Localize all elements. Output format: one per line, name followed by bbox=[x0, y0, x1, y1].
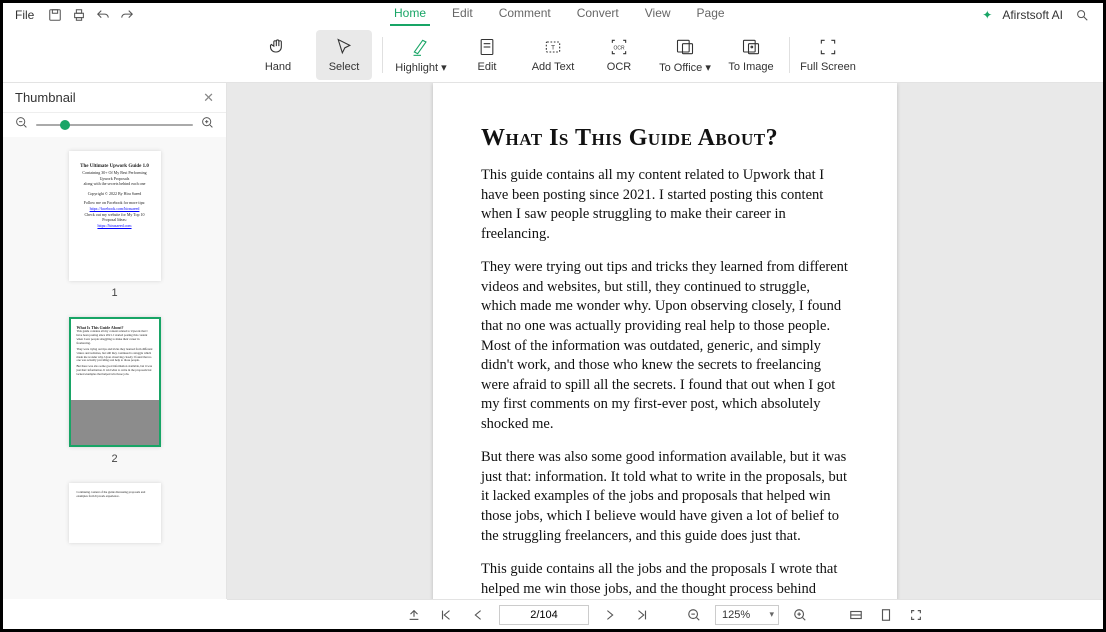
page-number-input[interactable] bbox=[499, 605, 589, 625]
tooffice-label: To Office ▾ bbox=[659, 61, 711, 74]
fullscreen-tool[interactable]: Full Screen bbox=[800, 30, 856, 80]
cursor-icon bbox=[334, 36, 354, 58]
tab-edit[interactable]: Edit bbox=[448, 4, 477, 26]
zoom-out-btn[interactable] bbox=[683, 604, 705, 626]
undo-icon[interactable] bbox=[94, 6, 112, 24]
next-section-icon[interactable] bbox=[631, 604, 653, 626]
search-icon[interactable] bbox=[1073, 6, 1091, 24]
paragraph: This guide contains all my content relat… bbox=[481, 166, 849, 244]
print-icon[interactable] bbox=[70, 6, 88, 24]
edit-label: Edit bbox=[478, 61, 497, 73]
ribbon-tabs: Home Edit Comment Convert View Page bbox=[136, 4, 982, 26]
thumb-zoom-slider[interactable] bbox=[36, 124, 193, 126]
fit-page-icon[interactable] bbox=[875, 604, 897, 626]
thumbnail-header: Thumbnail ✕ bbox=[3, 83, 226, 113]
paragraph: But there was also some good information… bbox=[481, 448, 849, 546]
fullscreen-icon bbox=[818, 36, 838, 58]
zoom-out-icon[interactable] bbox=[15, 116, 28, 134]
tab-comment[interactable]: Comment bbox=[495, 4, 555, 26]
zoom-in-btn[interactable] bbox=[789, 604, 811, 626]
ocr-tool[interactable]: OCR OCR bbox=[591, 30, 647, 80]
highlight-icon bbox=[411, 36, 431, 58]
sparkle-icon: ✦ bbox=[982, 8, 992, 22]
thumb-page-number: 1 bbox=[111, 287, 117, 299]
thumbnail-panel: Thumbnail ✕ The Ultimate Upwork Guide 1.… bbox=[3, 83, 227, 599]
status-bar: 125% bbox=[227, 599, 1103, 629]
addtext-tool[interactable]: T Add Text bbox=[525, 30, 581, 80]
ai-button[interactable]: Afirstsoft AI bbox=[1002, 8, 1063, 22]
first-page-icon[interactable] bbox=[403, 604, 425, 626]
toimage-icon bbox=[741, 36, 761, 58]
tooffice-icon bbox=[675, 36, 695, 58]
thumbnail-zoom bbox=[3, 113, 226, 137]
close-icon[interactable]: ✕ bbox=[203, 90, 214, 106]
pdf-page: What Is This Guide About? This guide con… bbox=[433, 83, 897, 599]
actual-size-icon[interactable] bbox=[905, 604, 927, 626]
tab-page[interactable]: Page bbox=[693, 4, 729, 26]
paragraph: They were trying out tips and tricks the… bbox=[481, 258, 849, 434]
toimage-tool[interactable]: To Image bbox=[723, 30, 779, 80]
ocr-label: OCR bbox=[607, 61, 631, 73]
tab-convert[interactable]: Convert bbox=[573, 4, 623, 26]
save-icon[interactable] bbox=[46, 6, 64, 24]
thumbnail-item-1[interactable]: The Ultimate Upwork Guide 1.0 Containing… bbox=[59, 151, 171, 299]
file-menu[interactable]: File bbox=[9, 6, 40, 24]
prev-section-icon[interactable] bbox=[435, 604, 457, 626]
ocr-icon: OCR bbox=[609, 36, 629, 58]
hand-tool[interactable]: Hand bbox=[250, 30, 306, 80]
hand-icon bbox=[268, 36, 288, 58]
toolbar: Hand Select Highlight ▾ Edit T Add Text … bbox=[3, 27, 1103, 83]
select-tool[interactable]: Select bbox=[316, 30, 372, 80]
tab-view[interactable]: View bbox=[641, 4, 675, 26]
edit-icon bbox=[477, 36, 497, 58]
redo-icon[interactable] bbox=[118, 6, 136, 24]
toimage-label: To Image bbox=[728, 61, 773, 73]
svg-text:OCR: OCR bbox=[613, 46, 625, 52]
next-page-icon[interactable] bbox=[599, 604, 621, 626]
addtext-label: Add Text bbox=[532, 61, 575, 73]
tab-home[interactable]: Home bbox=[390, 4, 430, 26]
menubar-left: File bbox=[9, 6, 136, 24]
workspace: Thumbnail ✕ The Ultimate Upwork Guide 1.… bbox=[3, 83, 1103, 599]
paragraph: This guide contains all the jobs and the… bbox=[481, 560, 849, 599]
thumbnail-item-3[interactable]: Continuing content of the guide discussi… bbox=[59, 483, 171, 543]
svg-text:T: T bbox=[551, 45, 555, 52]
menubar-right: ✦ Afirstsoft AI bbox=[982, 6, 1091, 24]
tooffice-tool[interactable]: To Office ▾ bbox=[657, 30, 713, 80]
addtext-icon: T bbox=[543, 36, 563, 58]
zoom-in-icon[interactable] bbox=[201, 116, 214, 134]
menu-bar: File Home Edit Comment Convert View Page… bbox=[3, 3, 1103, 27]
thumbnail-item-2[interactable]: What Is This Guide About? This guide con… bbox=[59, 317, 171, 465]
highlight-tool[interactable]: Highlight ▾ bbox=[393, 30, 449, 80]
thumbnail-list: The Ultimate Upwork Guide 1.0 Containing… bbox=[3, 137, 226, 599]
thumbnail-title: Thumbnail bbox=[15, 90, 76, 105]
zoom-select[interactable]: 125% bbox=[715, 605, 779, 625]
thumb-page-number: 2 bbox=[111, 453, 117, 465]
fit-width-icon[interactable] bbox=[845, 604, 867, 626]
hand-label: Hand bbox=[265, 61, 291, 73]
page-heading: What Is This Guide About? bbox=[481, 125, 849, 152]
document-area[interactable]: What Is This Guide About? This guide con… bbox=[227, 83, 1103, 599]
highlight-label: Highlight ▾ bbox=[395, 61, 446, 74]
select-label: Select bbox=[329, 61, 360, 73]
fullscreen-label: Full Screen bbox=[800, 61, 856, 73]
edit-tool[interactable]: Edit bbox=[459, 30, 515, 80]
prev-page-icon[interactable] bbox=[467, 604, 489, 626]
